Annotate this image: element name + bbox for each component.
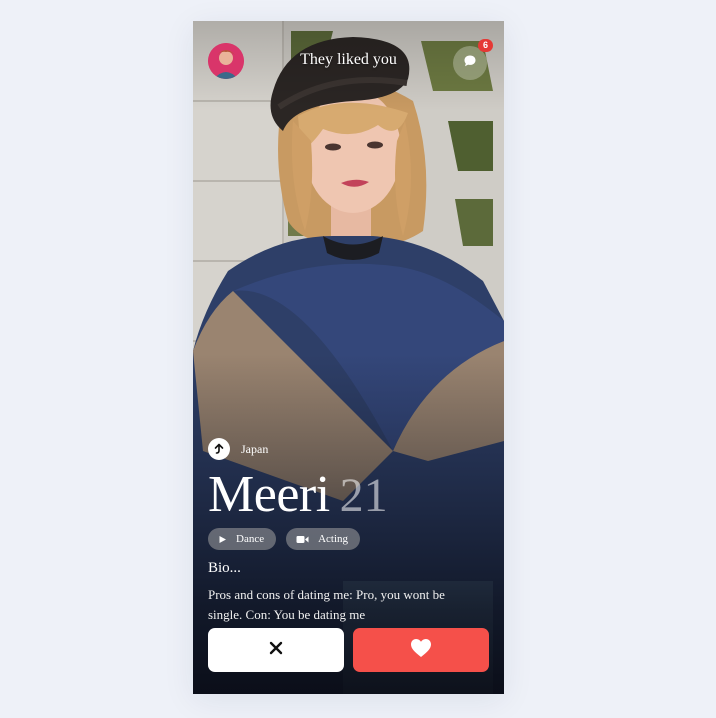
arrow-up-location-icon [208,438,230,460]
interest-chip-dance[interactable]: Dance [208,528,277,550]
action-bar [208,628,489,672]
heart-icon [410,638,432,663]
chat-bubble-icon [463,54,477,73]
video-camera-icon [296,535,309,544]
name-age-row: Meeri 21 [208,464,489,526]
message-count-badge: 6 [478,39,493,52]
page: They liked you 6 Japan Meeri 21 Dance Ac… [0,0,716,718]
close-icon [269,641,283,660]
play-icon [218,535,227,544]
profile-name: Meeri [208,466,330,523]
location-label: Japan [241,441,269,456]
interest-label: Acting [318,533,349,545]
location-row: Japan [208,438,489,460]
bio-text: Pros and cons of dating me: Pro, you won… [208,587,445,622]
interest-label: Dance [236,533,265,545]
interest-chip-acting[interactable]: Acting [286,528,361,550]
profile-age: 21 [339,469,388,522]
like-button[interactable] [353,628,489,672]
pass-button[interactable] [208,628,344,672]
interest-chips: Dance Acting [208,528,489,550]
profile-card: They liked you 6 Japan Meeri 21 Dance Ac… [193,21,504,694]
bio-heading: Bio... [208,560,241,576]
profile-info: Japan Meeri 21 Dance Acting Bio... Pros … [208,438,489,625]
